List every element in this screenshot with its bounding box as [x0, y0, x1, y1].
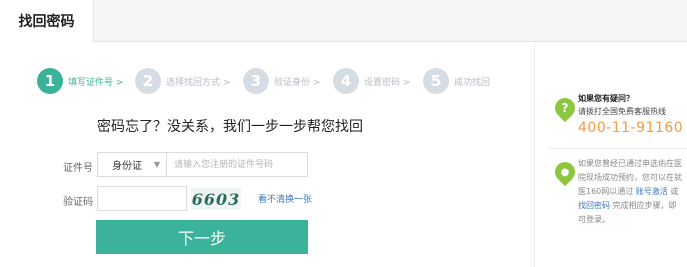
step-label: 填写证件号 > — [68, 77, 124, 88]
step-label: 设置密码 > — [364, 77, 411, 88]
location-pin-icon: ● — [550, 157, 580, 187]
help-note: 如果您曾经已通过申选佑在医院现场成功预约，您可以在就医160网以通过 账号激活 … — [578, 157, 682, 227]
id-type-select[interactable]: 身份证 ▼ — [97, 152, 167, 177]
captcha-input[interactable] — [97, 186, 187, 211]
captcha-image[interactable]: 6603 — [191, 188, 241, 210]
help-title: 如果您有疑问？ — [578, 94, 634, 103]
top-tab-bar — [0, 0, 687, 42]
help-subtitle: 请拨打全国免费客服热线 — [578, 107, 666, 116]
id-number-input[interactable] — [167, 152, 308, 177]
step-3: 3 验证身份 > — [243, 68, 320, 94]
step-label: 成功找回 — [454, 77, 491, 88]
note-text-or: 或 — [670, 187, 679, 196]
next-step-button[interactable]: 下一步 — [96, 220, 308, 254]
step-number: 5 — [423, 68, 449, 94]
step-number: 3 — [243, 68, 269, 94]
activate-account-link[interactable]: 账号激活 — [636, 187, 668, 196]
help-divider — [548, 148, 687, 149]
id-type-value: 身份证 — [112, 161, 142, 172]
question-pin-icon: ? — [550, 93, 580, 123]
page-headline: 密码忘了？没关系，我们一步一步帮您找回 — [97, 119, 363, 135]
step-number: 1 — [37, 68, 63, 94]
hotline-number: 400-11-91160 — [578, 120, 684, 136]
captcha-label: 验证码 — [63, 197, 93, 208]
step-number: 4 — [333, 68, 359, 94]
step-4: 4 设置密码 > — [333, 68, 410, 94]
find-password-link[interactable]: 找回密码 — [578, 201, 610, 210]
step-label: 验证身份 > — [274, 77, 321, 88]
tab-find-password[interactable]: 找回密码 — [0, 0, 94, 42]
chevron-down-icon: ▼ — [153, 160, 160, 169]
step-1: 1 填写证件号 > — [37, 68, 123, 94]
step-5: 5 成功找回 — [423, 68, 490, 94]
id-number-label: 证件号 — [63, 163, 93, 174]
step-number: 2 — [135, 68, 161, 94]
refresh-captcha-link[interactable]: 看不清换一张 — [258, 192, 312, 205]
step-label: 选择找回方式 > — [166, 77, 231, 88]
panel-divider — [534, 42, 535, 267]
step-2: 2 选择找回方式 > — [135, 68, 230, 94]
